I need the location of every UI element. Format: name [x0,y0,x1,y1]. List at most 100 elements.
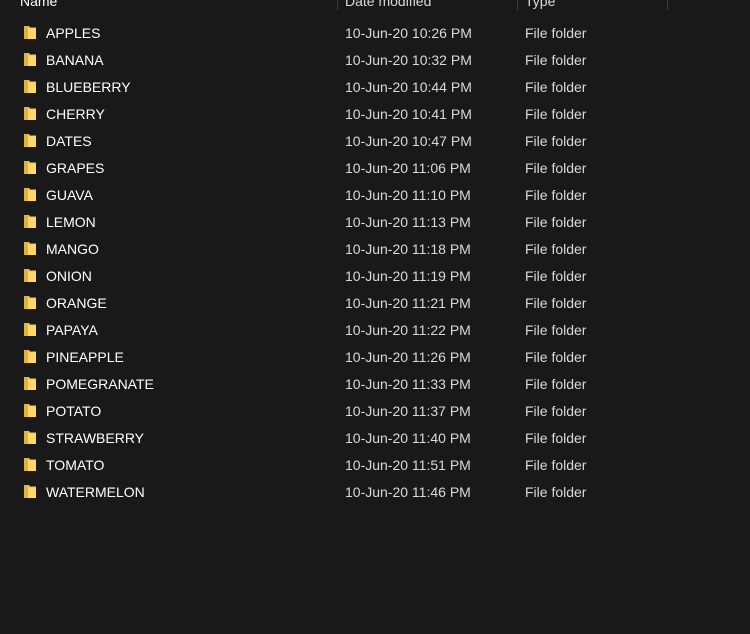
folder-icon [23,403,37,418]
file-name[interactable]: GUAVA [46,187,93,203]
date-modified: 10-Jun-20 11:26 PM [345,349,471,365]
file-type: File folder [525,484,587,500]
date-modified: 10-Jun-20 10:44 PM [345,79,472,95]
folder-icon [23,187,37,202]
file-name[interactable]: ONION [46,268,92,284]
file-row[interactable]: BANANA 10-Jun-20 10:32 PM File folder [0,47,750,74]
file-name[interactable]: PINEAPPLE [46,349,124,365]
file-row[interactable]: ORANGE 10-Jun-20 11:21 PM File folder [0,290,750,317]
file-name[interactable]: POTATO [46,403,101,419]
file-type: File folder [525,214,587,230]
file-name[interactable]: TOMATO [46,457,104,473]
file-name[interactable]: PAPAYA [46,322,98,338]
column-header-date-modified[interactable]: Date modified [345,0,431,15]
date-modified: 10-Jun-20 10:32 PM [345,52,472,68]
file-type: File folder [525,241,587,257]
file-row[interactable]: APPLES 10-Jun-20 10:26 PM File folder [0,20,750,47]
column-header: Name Date modified Type Size [0,0,750,10]
file-row[interactable]: TOMATO 10-Jun-20 11:51 PM File folder [0,452,750,479]
date-modified: 10-Jun-20 11:13 PM [345,214,471,230]
file-row[interactable]: WATERMELON 10-Jun-20 11:46 PM File folder [0,479,750,506]
file-type: File folder [525,25,587,41]
date-modified: 10-Jun-20 11:06 PM [345,160,471,176]
folder-icon [23,106,37,121]
file-type: File folder [525,268,587,284]
file-row[interactable]: CHERRY 10-Jun-20 10:41 PM File folder [0,101,750,128]
date-modified: 10-Jun-20 11:37 PM [345,403,471,419]
file-name[interactable]: POMEGRANATE [46,376,154,392]
file-type: File folder [525,403,587,419]
file-name[interactable]: MANGO [46,241,99,257]
folder-icon [23,79,37,94]
file-row[interactable]: POTATO 10-Jun-20 11:37 PM File folder [0,398,750,425]
date-modified: 10-Jun-20 11:19 PM [345,268,471,284]
file-type: File folder [525,349,587,365]
date-modified: 10-Jun-20 11:33 PM [345,376,471,392]
file-name[interactable]: STRAWBERRY [46,430,144,446]
date-modified: 10-Jun-20 11:10 PM [345,187,471,203]
folder-icon [23,322,37,337]
file-name[interactable]: APPLES [46,25,100,41]
file-row[interactable]: STRAWBERRY 10-Jun-20 11:40 PM File folder [0,425,750,452]
column-header-type[interactable]: Type [525,0,555,15]
column-header-size[interactable]: Size [675,0,700,10]
file-row[interactable]: LEMON 10-Jun-20 11:13 PM File folder [0,209,750,236]
file-type: File folder [525,457,587,473]
file-type: File folder [525,322,587,338]
file-name[interactable]: BANANA [46,52,104,68]
folder-icon [23,457,37,472]
file-row[interactable]: POMEGRANATE 10-Jun-20 11:33 PM File folder [0,371,750,398]
column-divider[interactable] [517,0,518,10]
file-name[interactable]: WATERMELON [46,484,145,500]
file-row[interactable]: BLUEBERRY 10-Jun-20 10:44 PM File folder [0,74,750,101]
file-row[interactable]: PAPAYA 10-Jun-20 11:22 PM File folder [0,317,750,344]
file-name[interactable]: ORANGE [46,295,107,311]
file-type: File folder [525,430,587,446]
folder-icon [23,133,37,148]
file-type: File folder [525,295,587,311]
date-modified: 10-Jun-20 11:18 PM [345,241,471,257]
file-row[interactable]: GUAVA 10-Jun-20 11:10 PM File folder [0,182,750,209]
file-row[interactable]: ONION 10-Jun-20 11:19 PM File folder [0,263,750,290]
date-modified: 10-Jun-20 11:51 PM [345,457,471,473]
folder-icon [23,241,37,256]
file-row[interactable]: GRAPES 10-Jun-20 11:06 PM File folder [0,155,750,182]
column-divider[interactable] [337,0,338,10]
file-row[interactable]: DATES 10-Jun-20 10:47 PM File folder [0,128,750,155]
file-explorer-list: Name Date modified Type Size APPLES 10-Ju… [0,0,750,634]
folder-icon [23,349,37,364]
folder-icon [23,430,37,445]
file-row[interactable]: PINEAPPLE 10-Jun-20 11:26 PM File folder [0,344,750,371]
file-name[interactable]: GRAPES [46,160,104,176]
file-name[interactable]: DATES [46,133,92,149]
date-modified: 10-Jun-20 11:40 PM [345,430,471,446]
column-divider[interactable] [667,0,668,10]
folder-icon [23,295,37,310]
column-header-name[interactable]: Name [20,0,57,15]
folder-icon [23,376,37,391]
file-type: File folder [525,160,587,176]
file-row[interactable]: MANGO 10-Jun-20 11:18 PM File folder [0,236,750,263]
folder-icon [23,25,37,40]
file-type: File folder [525,106,587,122]
folder-icon [23,484,37,499]
date-modified: 10-Jun-20 10:26 PM [345,25,472,41]
folder-icon [23,268,37,283]
file-type: File folder [525,376,587,392]
folder-icon [23,214,37,229]
file-type: File folder [525,133,587,149]
file-type: File folder [525,79,587,95]
file-type: File folder [525,52,587,68]
file-type: File folder [525,187,587,203]
folder-icon [23,160,37,175]
file-name[interactable]: LEMON [46,214,96,230]
date-modified: 10-Jun-20 11:21 PM [345,295,471,311]
folder-icon [23,52,37,67]
file-name[interactable]: CHERRY [46,106,105,122]
date-modified: 10-Jun-20 11:46 PM [345,484,471,500]
date-modified: 10-Jun-20 10:41 PM [345,106,472,122]
file-list: APPLES 10-Jun-20 10:26 PM File folder BANAN… [0,20,750,506]
file-name[interactable]: BLUEBERRY [46,79,131,95]
date-modified: 10-Jun-20 11:22 PM [345,322,471,338]
date-modified: 10-Jun-20 10:47 PM [345,133,472,149]
